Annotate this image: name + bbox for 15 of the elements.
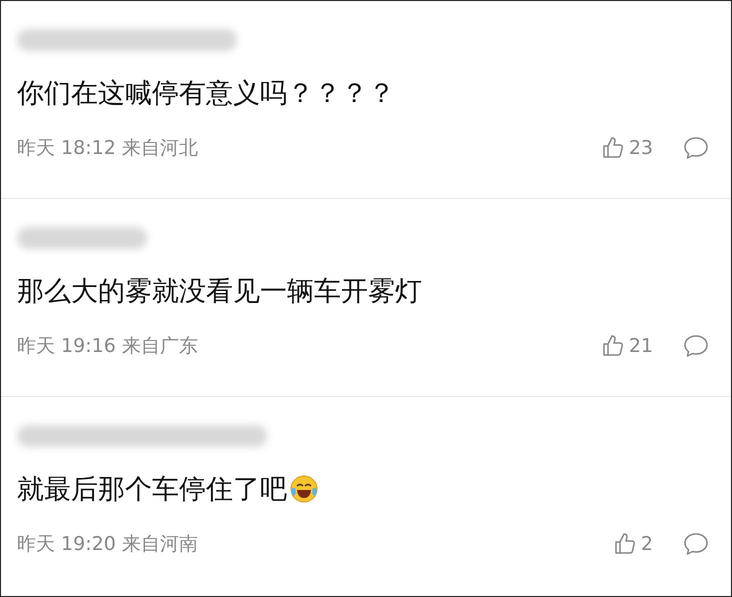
comment-text: 那么大的雾就没看见一辆车开雾灯 xyxy=(17,275,422,309)
thumbs-up-icon xyxy=(612,532,637,556)
comment-text: 就最后那个车停住了吧 xyxy=(17,473,287,507)
comment-time-location: 昨天 18:12 来自河北 xyxy=(17,136,199,161)
like-button[interactable]: 23 xyxy=(600,136,653,160)
comment-icon[interactable] xyxy=(683,334,709,358)
thumbs-up-icon xyxy=(600,334,625,358)
like-button[interactable]: 2 xyxy=(612,532,653,556)
thumbs-up-icon xyxy=(600,136,625,160)
comment-time-location: 昨天 19:16 来自广东 xyxy=(17,334,199,359)
comment-time-location: 昨天 19:20 来自河南 xyxy=(17,532,199,557)
comment-icon[interactable] xyxy=(683,532,709,556)
like-button[interactable]: 21 xyxy=(600,334,653,358)
comment-text: 你们在这喊停有意义吗？？？？ xyxy=(17,77,395,111)
comment-icon[interactable] xyxy=(683,136,709,160)
